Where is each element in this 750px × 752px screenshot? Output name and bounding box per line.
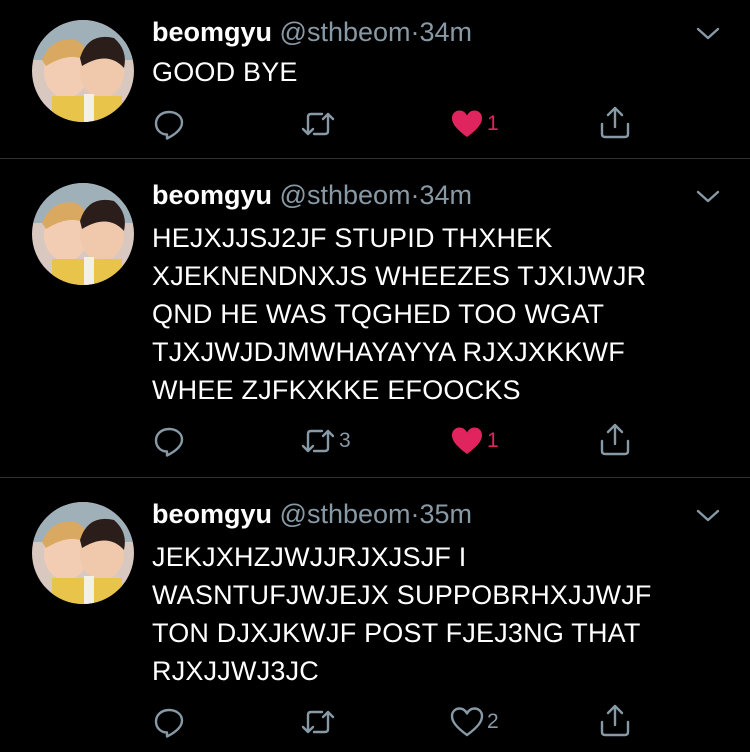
retweet-icon bbox=[301, 112, 335, 136]
retweet-count: 3 bbox=[339, 429, 351, 452]
reply-icon bbox=[154, 708, 184, 738]
heart-icon bbox=[452, 427, 482, 454]
tweet-header: beomgyu @sthbeom·34m bbox=[152, 180, 472, 211]
tweet-line: RJXJJWJ3JC bbox=[152, 656, 320, 686]
share-button[interactable] bbox=[598, 702, 632, 738]
avatar[interactable] bbox=[32, 502, 134, 604]
reply-icon bbox=[154, 427, 184, 457]
timestamp[interactable]: 34m bbox=[420, 180, 473, 210]
tweet-header: beomgyu @sthbeom·34m bbox=[152, 17, 472, 48]
chevron-down-icon[interactable] bbox=[694, 187, 722, 207]
separator-dot: · bbox=[410, 180, 420, 210]
user-handle[interactable]: @sthbeom bbox=[280, 499, 411, 529]
tweet-line: XJEKNENDNXJS WHEEZES TJXIJWJR bbox=[152, 261, 647, 291]
tweet-line: QND HE WAS TQGHED TOO WGAT bbox=[152, 299, 605, 329]
separator-dot: · bbox=[410, 499, 420, 529]
user-handle[interactable]: @sthbeom bbox=[280, 17, 411, 47]
tweet-line: HEJXJJSJ2JF STUPID THXHEK bbox=[152, 223, 553, 253]
tweet-header: beomgyu @sthbeom·35m bbox=[152, 499, 472, 530]
tweet-line: WHEE ZJFKXKKE EFOOCKS bbox=[152, 375, 521, 405]
tweet-line: GOOD BYE bbox=[152, 57, 298, 87]
display-name[interactable]: beomgyu bbox=[152, 17, 272, 47]
like-count: 1 bbox=[487, 429, 499, 452]
tweet[interactable]: beomgyu @sthbeom·34m HEJXJJSJ2JF STUPID … bbox=[0, 159, 750, 477]
avatar[interactable] bbox=[32, 183, 134, 285]
heart-outline-icon bbox=[450, 707, 484, 737]
like-button[interactable]: 1 bbox=[450, 423, 499, 459]
tweet-text: GOOD BYE bbox=[152, 53, 298, 91]
retweet-icon bbox=[301, 429, 335, 453]
display-name[interactable]: beomgyu bbox=[152, 499, 272, 529]
timestamp[interactable]: 34m bbox=[420, 17, 473, 47]
tweet[interactable]: beomgyu @sthbeom·34m GOOD BYE 1 bbox=[0, 0, 750, 158]
retweet-icon bbox=[301, 710, 335, 734]
chevron-down-icon[interactable] bbox=[694, 24, 722, 44]
like-count: 1 bbox=[487, 112, 499, 135]
tweet-line: TJXJWJDJMWHAYAYYA RJXJXKKWF bbox=[152, 337, 625, 367]
share-icon bbox=[600, 704, 630, 737]
like-button[interactable]: 2 bbox=[450, 704, 499, 740]
tweet[interactable]: beomgyu @sthbeom·35m JEKJXHZJWJJRJXJSJF … bbox=[0, 478, 750, 752]
chevron-down-icon[interactable] bbox=[694, 506, 722, 526]
avatar[interactable] bbox=[32, 20, 134, 122]
tweet-line: WASNTUFJWJEJX SUPPOBRHXJJWJF bbox=[152, 580, 652, 610]
retweet-button[interactable] bbox=[300, 704, 339, 740]
display-name[interactable]: beomgyu bbox=[152, 180, 272, 210]
share-button[interactable] bbox=[598, 104, 632, 140]
share-icon bbox=[600, 423, 630, 456]
share-icon bbox=[600, 106, 630, 139]
tweet-line: TON DJXJKWJF POST FJEJ3NG THAT bbox=[152, 618, 641, 648]
reply-button[interactable] bbox=[152, 106, 186, 142]
retweet-button[interactable] bbox=[300, 106, 339, 142]
like-button[interactable]: 1 bbox=[450, 106, 499, 142]
share-button[interactable] bbox=[598, 421, 632, 457]
like-count: 2 bbox=[487, 710, 499, 733]
separator-dot: · bbox=[410, 17, 420, 47]
tweet-text: JEKJXHZJWJJRJXJSJF I WASNTUFJWJEJX SUPPO… bbox=[152, 538, 652, 690]
retweet-button[interactable]: 3 bbox=[300, 423, 351, 459]
timestamp[interactable]: 35m bbox=[420, 499, 473, 529]
user-handle[interactable]: @sthbeom bbox=[280, 180, 411, 210]
reply-button[interactable] bbox=[152, 704, 186, 740]
tweet-line: JEKJXHZJWJJRJXJSJF I bbox=[152, 542, 467, 572]
reply-icon bbox=[154, 110, 184, 140]
tweet-text: HEJXJJSJ2JF STUPID THXHEK XJEKNENDNXJS W… bbox=[152, 219, 646, 409]
heart-icon bbox=[452, 110, 482, 137]
reply-button[interactable] bbox=[152, 423, 186, 459]
